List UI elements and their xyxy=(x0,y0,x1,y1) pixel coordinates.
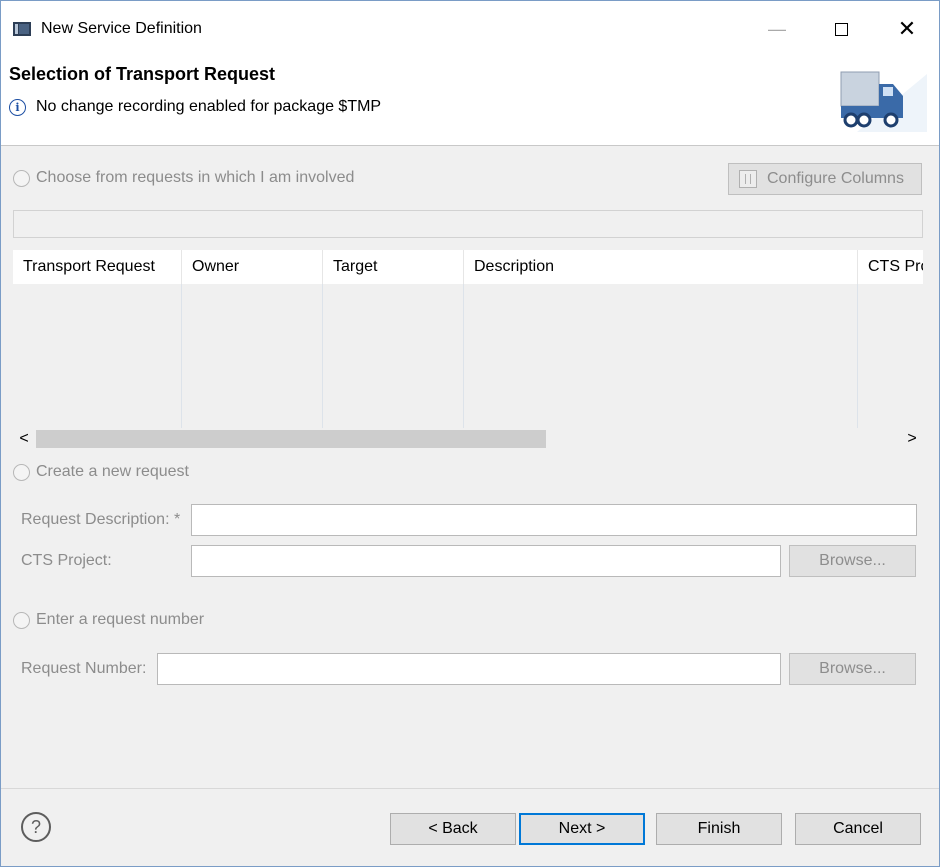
column-target[interactable]: Target xyxy=(322,250,463,284)
column-divider xyxy=(181,284,182,428)
finish-button[interactable]: Finish xyxy=(656,813,782,845)
column-cts-project[interactable]: CTS Pro xyxy=(857,250,923,284)
back-button[interactable]: < Back xyxy=(390,813,516,845)
radio-create-new-label: Create a new request xyxy=(36,463,189,480)
column-divider xyxy=(463,284,464,428)
eclipse-app-icon xyxy=(13,22,31,36)
info-text: No change recording enabled for package … xyxy=(36,98,382,115)
radio-circle xyxy=(13,169,30,187)
scroll-thumb[interactable] xyxy=(36,430,546,448)
horizontal-scrollbar[interactable]: < > xyxy=(13,428,923,450)
request-number-label: Request Number: xyxy=(21,660,147,677)
help-icon[interactable]: ? xyxy=(21,812,51,842)
window-title: New Service Definition xyxy=(41,20,202,37)
request-number-input[interactable] xyxy=(157,653,781,685)
title-bar: New Service Definition — ✕ xyxy=(1,1,939,58)
request-description-input[interactable] xyxy=(191,504,917,536)
next-button[interactable]: Next > xyxy=(519,813,645,845)
info-message: i No change recording enabled for packag… xyxy=(9,98,381,116)
radio-choose-involved-label: Choose from requests in which I am invol… xyxy=(36,169,355,186)
column-owner[interactable]: Owner xyxy=(181,250,322,284)
radio-circle xyxy=(13,463,30,481)
cancel-button[interactable]: Cancel xyxy=(795,813,921,845)
column-description[interactable]: Description xyxy=(463,250,857,284)
configure-columns-button[interactable]: Configure Columns xyxy=(728,163,922,195)
dialog-window: New Service Definition — ✕ Selection of … xyxy=(0,0,940,867)
columns-icon xyxy=(739,170,757,188)
minimize-button[interactable]: — xyxy=(755,13,799,45)
info-icon: i xyxy=(9,98,26,116)
column-divider xyxy=(857,284,858,428)
transport-request-table: Transport Request Owner Target Descripti… xyxy=(13,250,923,428)
cts-browse-button[interactable]: Browse... xyxy=(789,545,916,577)
scroll-left-icon[interactable]: < xyxy=(13,428,35,450)
table-header: Transport Request Owner Target Descripti… xyxy=(13,250,923,284)
radio-enter-number[interactable]: Enter a request number xyxy=(13,611,204,629)
configure-columns-label: Configure Columns xyxy=(767,170,904,187)
maximize-icon xyxy=(834,22,848,36)
request-number-browse-button[interactable]: Browse... xyxy=(789,653,916,685)
filter-input[interactable] xyxy=(13,210,923,238)
radio-circle xyxy=(13,611,30,629)
radio-enter-number-label: Enter a request number xyxy=(36,611,205,628)
scroll-right-icon[interactable]: > xyxy=(901,428,923,450)
cts-project-label: CTS Project: xyxy=(21,552,112,569)
transport-truck-icon xyxy=(840,71,927,132)
close-button[interactable]: ✕ xyxy=(885,13,929,45)
page-title: Selection of Transport Request xyxy=(9,64,276,84)
radio-choose-involved[interactable]: Choose from requests in which I am invol… xyxy=(13,169,354,187)
column-divider xyxy=(322,284,323,428)
maximize-button[interactable] xyxy=(819,13,863,45)
wizard-header: Selection of Transport Request i No chan… xyxy=(1,58,939,146)
cts-project-input[interactable] xyxy=(191,545,781,577)
radio-create-new[interactable]: Create a new request xyxy=(13,463,189,481)
column-transport-request[interactable]: Transport Request xyxy=(13,250,181,284)
footer-divider xyxy=(1,788,939,789)
request-description-label: Request Description: * xyxy=(21,511,181,528)
